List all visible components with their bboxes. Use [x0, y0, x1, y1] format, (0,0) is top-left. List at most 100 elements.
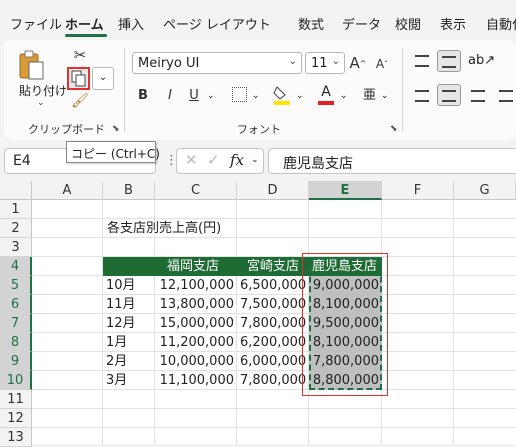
ribbon-tabs: ファイル ホーム 挿入 ページ レイアウト 数式 データ 校閲 表示 自動化 — [0, 0, 516, 38]
underline-button[interactable]: U — [186, 86, 202, 104]
table-cell[interactable]: 11,200,000 — [155, 333, 237, 352]
chevron-down-icon[interactable]: ⌄ — [296, 91, 304, 101]
tab-formulas[interactable]: 数式 — [298, 14, 324, 33]
font-name-box[interactable]: Meiryo UI ⌄ — [132, 52, 302, 74]
shrink-font-icon[interactable]: Aˇ — [374, 54, 390, 74]
align-top-icon[interactable] — [415, 55, 429, 67]
tab-insert[interactable]: 挿入 — [118, 14, 144, 33]
tab-review[interactable]: 校閲 — [395, 14, 421, 33]
table-cell[interactable]: 7,800,000 — [237, 371, 309, 390]
column-header[interactable]: D — [237, 181, 309, 200]
selected-cell[interactable]: 9,000,000 — [309, 276, 382, 295]
table-header-cell[interactable]: 福岡支店 — [155, 257, 237, 276]
table-cell[interactable]: 6,200,000 — [237, 333, 309, 352]
row-header[interactable]: 1 — [0, 200, 32, 219]
copy-icon — [71, 70, 86, 87]
formula-input[interactable]: 鹿児島支店 — [268, 148, 516, 174]
indent-icon[interactable] — [499, 90, 513, 102]
row-header[interactable]: 3 — [0, 238, 32, 257]
selected-cell[interactable]: 7,800,000 — [309, 352, 382, 371]
copy-dropdown-button[interactable]: ⌄ — [92, 67, 114, 90]
table-cell[interactable]: 2月 — [103, 352, 155, 371]
clipboard-launcher-icon[interactable]: ⬊ — [112, 124, 120, 134]
tab-view[interactable]: 表示 — [440, 14, 466, 33]
row-header[interactable]: 12 — [0, 409, 32, 428]
row-header-selected[interactable]: 10 — [0, 371, 32, 390]
column-header[interactable]: G — [454, 181, 516, 200]
font-color-icon[interactable]: A — [316, 84, 336, 106]
table-cell[interactable]: 7,800,000 — [237, 314, 309, 333]
table-cell[interactable]: 3月 — [103, 371, 155, 390]
table-cell[interactable]: 6,000,000 — [237, 352, 309, 371]
row-header[interactable]: 11 — [0, 390, 32, 409]
align-right-icon[interactable] — [471, 90, 485, 102]
tab-page-layout[interactable]: ページ レイアウト — [163, 14, 271, 33]
tab-automate[interactable]: 自動化 — [486, 14, 516, 33]
select-all-button[interactable] — [0, 181, 32, 200]
selected-cell[interactable]: 8,800,000 — [309, 371, 382, 390]
table-cell[interactable]: 6,500,000 — [237, 276, 309, 295]
align-left-icon[interactable] — [415, 90, 429, 102]
align-center-icon — [442, 90, 456, 102]
table-cell[interactable]: 11,100,000 — [155, 371, 237, 390]
border-icon[interactable] — [232, 87, 247, 102]
row-header[interactable]: 2 — [0, 219, 32, 238]
copy-button[interactable] — [67, 67, 90, 90]
paste-icon[interactable] — [17, 50, 45, 80]
column-header-selected[interactable]: E — [309, 181, 382, 200]
cancel-icon[interactable]: ✕ — [185, 151, 198, 169]
scissors-icon[interactable]: ✂ — [70, 46, 90, 64]
table-cell[interactable]: 12月 — [103, 314, 155, 333]
row-header-selected[interactable]: 8 — [0, 333, 32, 352]
align-middle-button[interactable] — [437, 50, 461, 72]
table-header-cell[interactable] — [103, 257, 155, 276]
tab-home[interactable]: ホーム — [65, 14, 104, 33]
column-header[interactable]: C — [155, 181, 237, 200]
chevron-down-icon[interactable]: ⌄ — [252, 91, 260, 101]
row-header-selected[interactable]: 9 — [0, 352, 32, 371]
column-header[interactable]: A — [32, 181, 103, 200]
chevron-down-icon[interactable]: ⌄ — [207, 91, 215, 101]
selected-cell[interactable]: 8,100,000 — [309, 333, 382, 352]
paste-label[interactable]: 貼り付け — [19, 82, 67, 99]
table-cell[interactable]: 10月 — [103, 276, 155, 295]
grow-font-icon[interactable]: A ^ — [350, 52, 367, 74]
orientation-icon[interactable]: ab↗ — [468, 50, 495, 72]
chevron-down-icon[interactable]: ⌄ — [251, 155, 259, 165]
column-header[interactable]: F — [382, 181, 454, 200]
fx-icon[interactable]: fx — [230, 151, 244, 169]
sheet-title-cell[interactable]: 各支店別売上高(円) — [104, 219, 224, 238]
selected-cell[interactable]: 9,500,000 — [309, 314, 382, 333]
table-cell[interactable]: 15,000,000 — [155, 314, 237, 333]
italic-button[interactable]: I — [162, 86, 178, 104]
chevron-down-icon[interactable]: ⌄ — [381, 91, 389, 101]
table-cell[interactable]: 12,100,000 — [155, 276, 237, 295]
row-header-selected[interactable]: 5 — [0, 276, 32, 295]
table-cell[interactable]: 13,800,000 — [155, 295, 237, 314]
format-painter-icon[interactable]: 🖌 — [70, 92, 90, 110]
bold-button[interactable]: B — [135, 86, 151, 104]
tab-file[interactable]: ファイル — [10, 14, 62, 33]
column-header[interactable]: B — [103, 181, 155, 200]
align-center-button[interactable] — [437, 84, 461, 106]
font-launcher-icon[interactable]: ⬊ — [390, 124, 398, 134]
font-size-box[interactable]: 11 ⌄ — [305, 52, 345, 74]
table-cell[interactable]: 11月 — [103, 295, 155, 314]
selected-cell[interactable]: 8,100,000 — [309, 295, 382, 314]
table-cell[interactable]: 1月 — [103, 333, 155, 352]
row-header[interactable]: 13 — [0, 428, 32, 447]
table-header-cell[interactable]: 宮崎支店 — [237, 257, 309, 276]
phonetic-icon[interactable]: 亜 — [363, 84, 376, 103]
font-group-label: フォント — [237, 123, 281, 136]
row-header-selected[interactable]: 6 — [0, 295, 32, 314]
row-header-selected[interactable]: 4 — [0, 257, 32, 276]
row-header-selected[interactable]: 7 — [0, 314, 32, 333]
check-icon[interactable]: ✓ — [207, 151, 220, 169]
fill-color-icon[interactable] — [272, 84, 292, 106]
table-cell[interactable]: 7,500,000 — [237, 295, 309, 314]
tab-data[interactable]: データ — [342, 14, 381, 33]
chevron-down-icon[interactable]: ⌄ — [340, 91, 348, 101]
table-cell[interactable]: 10,000,000 — [155, 352, 237, 371]
paste-dropdown-icon[interactable]: ⌄ — [37, 98, 45, 108]
table-header-cell-selected[interactable]: 鹿児島支店 — [309, 257, 382, 276]
